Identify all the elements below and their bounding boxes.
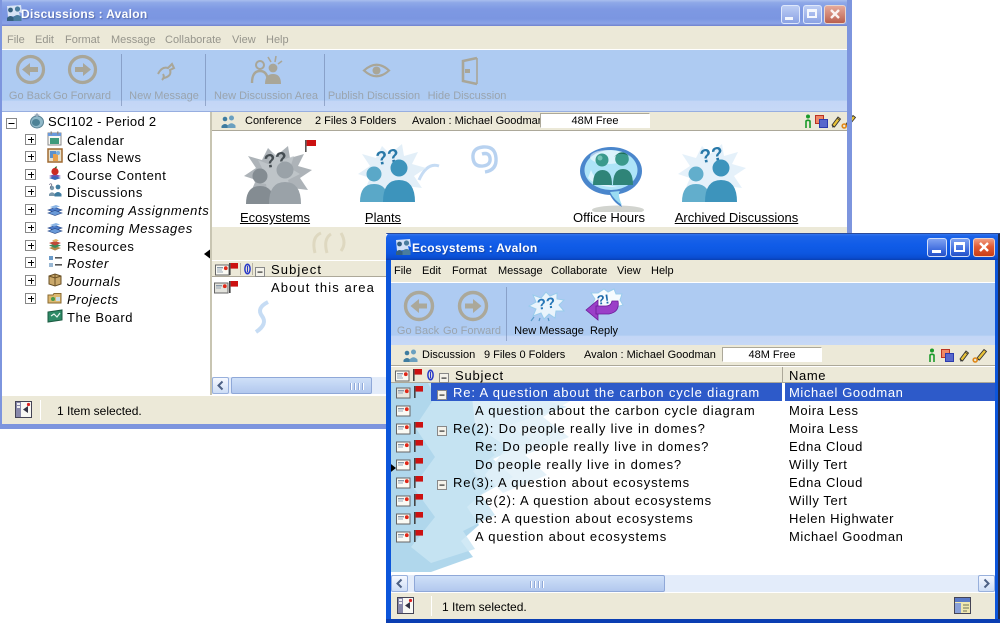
svg-text:??: ?? xyxy=(536,295,557,314)
